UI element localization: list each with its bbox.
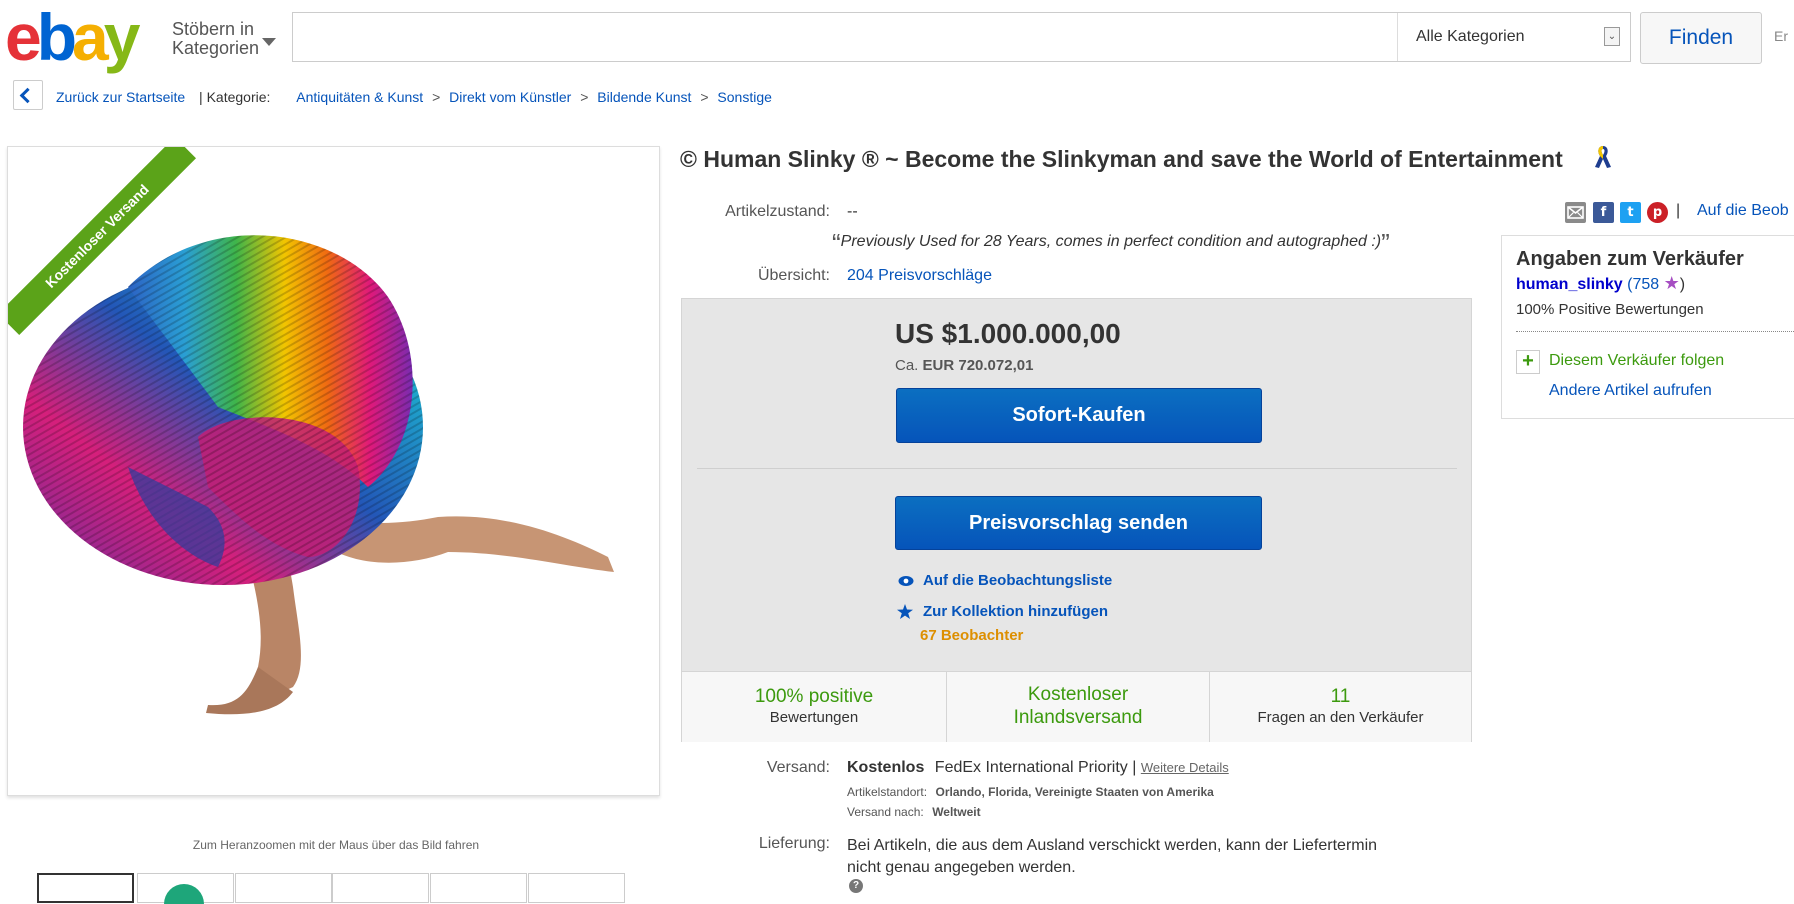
other-items-link[interactable]: Andere Artikel aufrufen	[1549, 382, 1712, 400]
thumbnail[interactable]	[137, 873, 234, 904]
condition-label: Artikelzustand:	[725, 203, 830, 220]
facebook-icon[interactable]: f	[1593, 202, 1614, 223]
condition-value: --	[847, 203, 858, 220]
breadcrumb-separator: >	[700, 89, 709, 105]
breadcrumb-item[interactable]: Sonstige	[717, 89, 771, 105]
main-product-image-panel[interactable]: Kostenloser Versand	[7, 146, 660, 796]
thumbnail[interactable]	[332, 873, 429, 903]
share-separator: |	[1676, 202, 1681, 219]
shipping-details-link[interactable]: Weitere Details	[1141, 760, 1229, 775]
seller-name-row: human_slinky (758 ★)	[1516, 273, 1685, 294]
approx-prefix: Ca.	[895, 357, 919, 374]
thumbnail[interactable]	[37, 873, 134, 903]
thumbnail[interactable]	[528, 873, 625, 903]
breadcrumb-item[interactable]: Antiquitäten & Kunst	[296, 89, 423, 105]
delivery-text-line2: nicht genau angegeben werden.	[847, 859, 1076, 876]
condition-description: “Previously Used for 28 Years, comes in …	[832, 228, 1390, 258]
browse-label-line2: Kategorien	[172, 38, 260, 58]
stat-shipping-line2: Inlandsversand	[1013, 707, 1143, 728]
item-title: © Human Slinky ® ~ Become the Slinkyman …	[680, 146, 1563, 172]
stat-shipping: Kostenloser Inlandsversand	[947, 672, 1210, 742]
seller-name-link[interactable]: human_slinky	[1516, 276, 1623, 293]
add-to-watchlist-link[interactable]: Auf die Beobachtungsliste	[923, 572, 1112, 589]
advanced-search-link[interactable]: Er	[1774, 28, 1788, 44]
shipping-method: FedEx International Priority |	[934, 759, 1137, 776]
search-bar: Alle Kategorien ⌄	[292, 12, 1631, 62]
find-button[interactable]: Finden	[1640, 12, 1762, 64]
stat-feedback-value: 100% positive	[754, 686, 874, 707]
breadcrumb-item[interactable]: Bildende Kunst	[597, 89, 691, 105]
approx-value: EUR 720.072,01	[922, 357, 1034, 374]
category-select-value: Alle Kategorien	[1416, 28, 1525, 45]
add-to-collection-link[interactable]: Zur Kollektion hinzufügen	[923, 603, 1108, 620]
category-select[interactable]: Alle Kategorien ⌄	[1397, 13, 1630, 61]
caret-down-icon[interactable]	[262, 38, 276, 46]
seller-info-title: Angaben zum Verkäufer	[1516, 248, 1744, 270]
overview-label: Übersicht:	[757, 267, 830, 284]
stat-questions[interactable]: 11 Fragen an den Verkäufer	[1210, 672, 1471, 742]
delivery-text-line1: Bei Artikeln, die aus dem Ausland versch…	[847, 837, 1378, 854]
dotted-divider	[1516, 331, 1794, 332]
feedback-close: )	[1679, 276, 1686, 293]
stat-questions-value: 11	[1330, 686, 1351, 707]
offers-link[interactable]: 204 Preisvorschläge	[847, 267, 992, 285]
category-label: | Kategorie:	[199, 89, 271, 105]
zoom-hint: Zum Heranzoomen mit der Maus über das Bi…	[192, 838, 480, 852]
ships-to-value: Weltweit	[932, 805, 981, 819]
item-location-label: Artikelstandort:	[847, 785, 928, 799]
stat-feedback: 100% positive Bewertungen	[682, 672, 947, 742]
pinterest-icon[interactable]: p	[1647, 202, 1668, 223]
condition-quote-text: Previously Used for 28 Years, comes in p…	[840, 233, 1382, 250]
item-location: Artikelstandort: Orlando, Florida, Verei…	[847, 783, 1214, 801]
seller-stats: 100% positive Bewertungen Kostenloser In…	[682, 671, 1471, 742]
browse-label-line1: Stöbern in	[172, 19, 255, 39]
watchers-count: 67 Beobachter	[920, 627, 1024, 644]
thumbnail[interactable]	[430, 873, 527, 903]
breadcrumb: Zurück zur Startseite | Kategorie: Antiq…	[56, 89, 772, 105]
search-input[interactable]	[293, 13, 1396, 61]
item-location-value: Orlando, Florida, Vereinigte Staaten von…	[935, 785, 1214, 799]
help-icon[interactable]: ?	[849, 879, 863, 893]
buy-now-button[interactable]: Sofort-Kaufen	[896, 388, 1262, 443]
browse-categories-button[interactable]: Stöbern in Kategorien	[172, 20, 259, 58]
stat-questions-label: Fragen an den Verkäufer	[1257, 709, 1424, 726]
ships-to: Versand nach: Weltweit	[847, 803, 981, 821]
delivery-text: Bei Artikeln, die aus dem Ausland versch…	[847, 835, 1377, 879]
breadcrumb-separator: >	[432, 89, 441, 105]
star-icon	[897, 604, 913, 619]
twitter-icon[interactable]: t	[1620, 202, 1641, 223]
make-offer-button[interactable]: Preisvorschlag senden	[895, 496, 1262, 550]
price: US $1.000.000,00	[895, 318, 1121, 349]
shipping-info: Kostenlos FedEx International Priority |…	[847, 759, 1229, 777]
purple-star-icon: ★	[1663, 273, 1680, 293]
plus-icon[interactable]: +	[1516, 350, 1540, 374]
seller-positive-feedback: 100% Positive Bewertungen	[1516, 301, 1704, 318]
converted-price: Ca. EUR 720.072,01	[895, 357, 1033, 374]
thumbnail[interactable]	[235, 873, 332, 903]
feedback-score[interactable]: (758	[1627, 276, 1659, 293]
breadcrumb-separator: >	[580, 89, 589, 105]
chevron-down-icon[interactable]: ⌄	[1604, 27, 1620, 46]
delivery-label: Lieferung:	[758, 835, 830, 852]
ebay-logo[interactable]: ebay	[5, 4, 140, 70]
email-icon[interactable]	[1565, 202, 1586, 223]
awareness-ribbon-icon	[1595, 146, 1611, 168]
stat-shipping-line1: Kostenloser	[1027, 684, 1129, 705]
back-to-home-link[interactable]: Zurück zur Startseite	[56, 89, 185, 105]
follow-seller-link[interactable]: Diesem Verkäufer folgen	[1549, 352, 1724, 370]
ships-to-label: Versand nach:	[847, 805, 924, 819]
back-button[interactable]	[13, 80, 43, 110]
eye-icon	[898, 576, 914, 586]
stat-feedback-label: Bewertungen	[769, 709, 859, 726]
divider	[697, 468, 1457, 469]
breadcrumb-item[interactable]: Direkt vom Künstler	[449, 89, 571, 105]
chevron-left-icon	[19, 87, 36, 104]
watch-link-top[interactable]: Auf die Beob	[1697, 202, 1789, 220]
shipping-cost: Kostenlos	[847, 759, 925, 776]
shipping-label: Versand:	[766, 759, 830, 776]
